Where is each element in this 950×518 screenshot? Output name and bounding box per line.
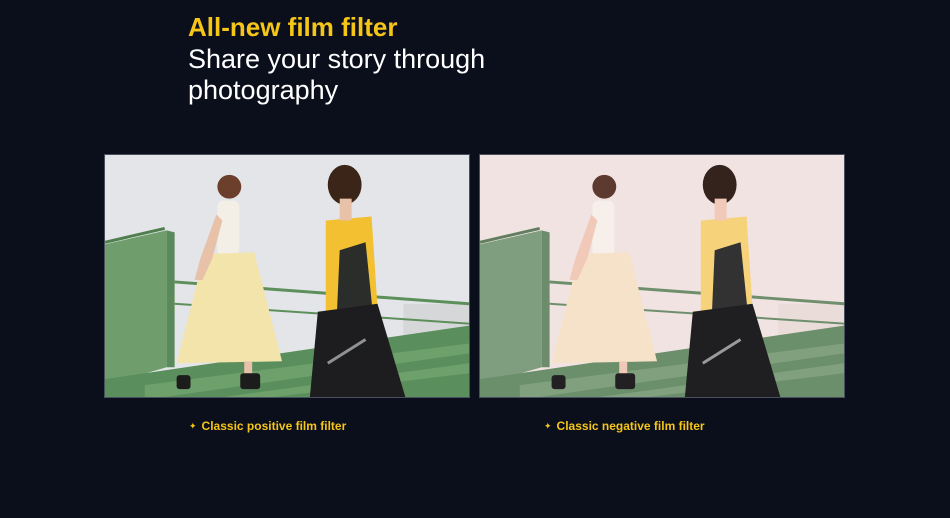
negative-film-photo <box>479 154 845 398</box>
page: All-new film filter Share your story thr… <box>0 0 950 518</box>
sparkle-bullet-icon: ✦ <box>189 421 197 431</box>
feature-subtitle-line-2: photography <box>188 75 339 105</box>
negative-film-caption: ✦ Classic negative film filter <box>544 418 705 434</box>
heading-block: All-new film filter Share your story thr… <box>188 10 608 106</box>
positive-film-caption: ✦ Classic positive film filter <box>189 418 346 434</box>
positive-film-photo <box>104 154 470 398</box>
positive-film-caption-text: Classic positive film filter <box>201 419 347 433</box>
positive-film-image <box>105 155 469 397</box>
feature-subtitle-line-1: Share your story through <box>188 44 486 74</box>
negative-film-caption-text: Classic negative film filter <box>556 419 705 433</box>
sparkle-bullet-icon: ✦ <box>544 421 552 431</box>
negative-film-image <box>480 155 844 397</box>
feature-title: All-new film filter <box>188 12 398 42</box>
